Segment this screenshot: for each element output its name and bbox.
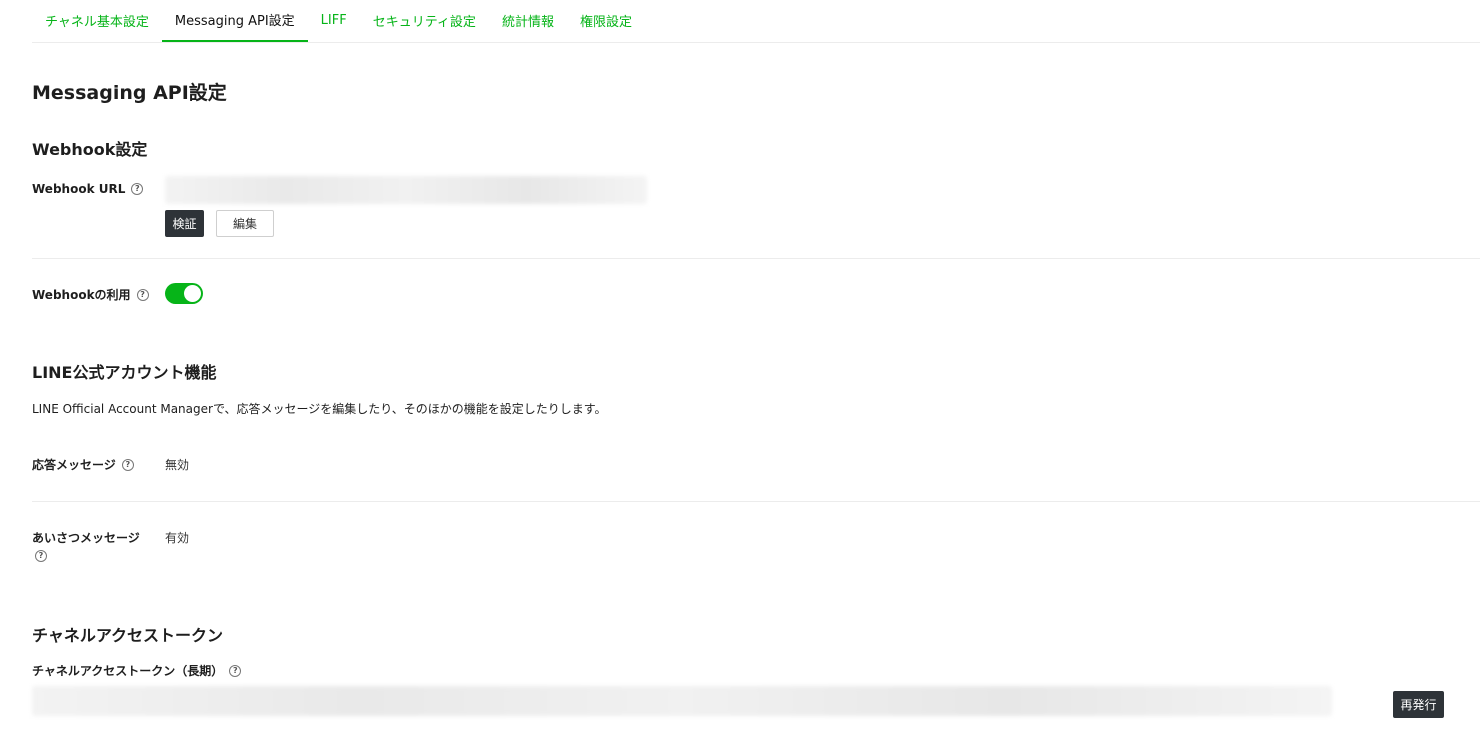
main-content: Messaging API設定 Webhook設定 Webhook URL ? … [32,0,1480,744]
greeting-label-text: あいさつメッセージ [32,531,140,545]
help-circle-icon[interactable]: ? [131,183,144,195]
edit-button[interactable]: 編集 [216,210,274,237]
webhook-url-label: Webhook URL ? [32,182,144,196]
toggle-knob [184,285,201,302]
webhook-use-label: Webhookの利用 ? [32,286,149,303]
auto-reply-label-text: 応答メッセージ [32,458,116,472]
webhook-url-label-text: Webhook URL [32,182,126,196]
help-circle-icon[interactable]: ? [35,550,47,562]
webhook-use-label-text: Webhookの利用 [32,288,131,302]
auto-reply-label: 応答メッセージ ? [32,456,134,473]
help-circle-icon[interactable]: ? [229,664,242,677]
webhook-url-value [165,176,647,204]
greeting-value[interactable]: 有効 [165,529,189,546]
webhook-section-title: Webhook設定 [32,140,148,159]
help-circle-icon[interactable]: ? [121,458,134,471]
token-long-label: チャネルアクセストークン（長期） ? [32,662,242,679]
auto-reply-value[interactable]: 無効 [165,456,189,473]
oa-section-title: LINE公式アカウント機能 [32,363,217,382]
token-section-title: チャネルアクセストークン [32,626,224,645]
divider [32,501,1480,502]
verify-button[interactable]: 検証 [165,210,204,237]
token-long-label-text: チャネルアクセストークン（長期） [32,664,224,678]
reissue-button[interactable]: 再発行 [1393,691,1444,718]
divider [32,258,1480,259]
webhook-use-toggle[interactable] [165,283,203,304]
token-value [32,686,1332,716]
page-title: Messaging API設定 [32,82,227,104]
help-circle-icon[interactable]: ? [136,288,149,301]
greeting-label: あいさつメッセージ [32,529,140,546]
oa-description: LINE Official Account Managerで、応答メッセージを編… [32,402,607,416]
